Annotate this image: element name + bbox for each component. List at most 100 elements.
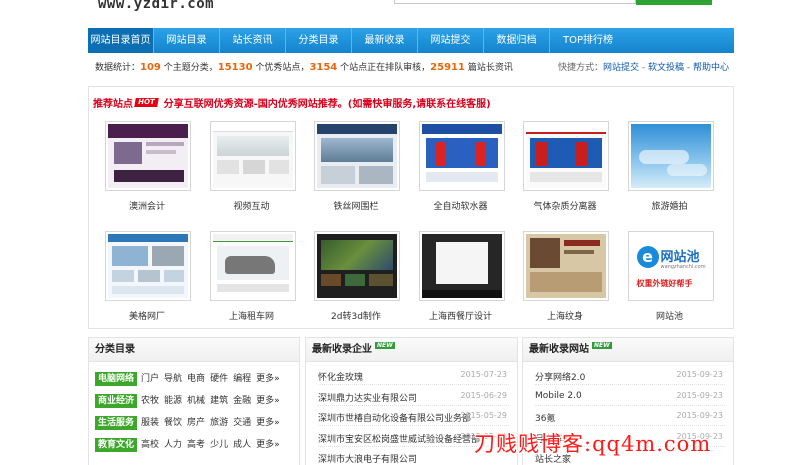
list-item[interactable]: 36氪 2015-09-23 — [535, 408, 725, 426]
logo-url-text: wangzhanchi.com — [660, 264, 706, 270]
item-name[interactable]: 怀化金玫瑰 — [318, 370, 363, 383]
site-thumbnail[interactable] — [105, 231, 191, 301]
list-item[interactable]: 深圳鼎力达实业有限公司 2015-06-29 — [318, 388, 509, 406]
nav-item[interactable]: 网站提交 — [418, 28, 484, 53]
site-label[interactable]: 全自动软水器 — [409, 199, 513, 212]
site-label[interactable]: 上海租车网 — [200, 309, 304, 322]
search-input[interactable] — [394, 0, 636, 4]
category-more-link[interactable]: 更多» — [256, 440, 280, 450]
list-item[interactable]: 怀化金玫瑰 2015-07-23 — [318, 367, 509, 385]
page: www.yzdir.com 网站目录首页 网站目录 站长资讯 分类目录 最新收录 网站提交… — [0, 0, 800, 465]
item-name[interactable]: 深圳市宝安区松岗盛世威试验设备经营部 — [318, 432, 480, 445]
category-row: 教育文化 高校 人力 高考 少儿 成人 更多» — [95, 437, 285, 453]
category-link[interactable]: 农牧 — [141, 396, 159, 406]
item-name[interactable]: Mobile 2.0 — [535, 391, 582, 401]
nav-item[interactable]: TOP排行榜 — [550, 28, 626, 53]
recommended-panel: 推荐站点 HOT 分享互联网优秀资源-国内优秀网站推荐。(如需快审服务,请联系在线客… — [88, 86, 734, 329]
site-label[interactable]: 旅游婚拍 — [618, 199, 722, 212]
category-tag[interactable]: 电脑网络 — [95, 372, 138, 386]
nav-item[interactable]: 最新收录 — [352, 28, 418, 53]
category-link[interactable]: 建筑 — [210, 396, 228, 406]
site-label[interactable]: 澳洲会计 — [95, 199, 199, 212]
hot-badge: HOT — [134, 98, 159, 107]
site-thumbnail[interactable] — [209, 121, 296, 191]
item-date: 2015-09-23 — [676, 370, 724, 379]
category-tag[interactable]: 生活服务 — [95, 416, 138, 430]
site-label[interactable]: 上海西餐厅设计 — [409, 309, 513, 322]
list-item[interactable]: 分享网络2.0 2015-09-23 — [535, 367, 725, 385]
category-link[interactable]: 餐饮 — [164, 418, 182, 428]
stat-articles: 25911 — [430, 62, 465, 73]
category-link[interactable]: 金融 — [233, 396, 251, 406]
item-date: 2015-06-29 — [460, 390, 508, 400]
site-thumbnail[interactable] — [627, 121, 714, 191]
site-thumbnail[interactable]: e 网站池 wangzhanchi.com 权重外链好帮手 — [627, 231, 714, 301]
category-link[interactable]: 人力 — [164, 440, 182, 450]
item-date: 2015-07-23 — [460, 370, 508, 379]
category-link[interactable]: 硬件 — [210, 374, 228, 384]
quick-link-help[interactable]: 帮助中心 — [693, 63, 729, 73]
site-label[interactable]: 2d转3d制作 — [304, 309, 408, 322]
site-thumbnail[interactable] — [105, 121, 191, 191]
category-link[interactable]: 高考 — [187, 440, 205, 450]
category-link[interactable]: 门户 — [141, 374, 159, 384]
category-link[interactable]: 电商 — [187, 374, 205, 384]
category-link[interactable]: 旅游 — [210, 418, 228, 428]
item-name[interactable]: 深圳市世椿自动化设备有限公司业务部 — [318, 411, 471, 424]
site-logo[interactable]: www.yzdir.com — [98, 0, 214, 12]
category-more-link[interactable]: 更多» — [256, 418, 280, 428]
list-item[interactable]: 深圳市世椿自动化设备有限公司业务部 2015-05-29 — [318, 408, 509, 426]
site-label[interactable]: 上海纹身 — [513, 309, 617, 322]
latest-companies-title: 最新收录企业 — [312, 344, 372, 355]
logo-main-text: 网站池 — [660, 250, 700, 265]
category-link[interactable]: 少儿 — [210, 440, 228, 450]
main-nav: 网站目录首页 网站目录 站长资讯 分类目录 最新收录 网站提交 数据归档 TOP排行榜 — [88, 28, 734, 53]
stat-categories: 109 — [140, 62, 161, 73]
watermark: 刀贱贱博客:qq4m.com — [474, 432, 712, 456]
nav-item[interactable]: 网站目录首页 — [88, 28, 154, 53]
site-thumbnail[interactable] — [418, 231, 505, 301]
site-thumbnail[interactable] — [209, 231, 296, 301]
nav-item[interactable]: 数据归档 — [484, 28, 550, 53]
category-link[interactable]: 导航 — [164, 374, 182, 384]
item-name[interactable]: 36氪 — [535, 411, 555, 424]
search-button[interactable] — [636, 0, 712, 5]
site-thumbnail[interactable] — [523, 121, 609, 191]
item-name[interactable]: 深圳鼎力达实业有限公司 — [318, 391, 417, 404]
category-tag[interactable]: 商业经济 — [95, 394, 138, 408]
category-more-link[interactable]: 更多» — [256, 396, 280, 406]
quick-link-article[interactable]: 软文投稿 — [648, 63, 684, 73]
site-thumbnail[interactable] — [314, 121, 400, 191]
nav-item[interactable]: 分类目录 — [286, 28, 352, 53]
item-name[interactable]: 深圳市大浪电子有限公司 — [318, 452, 417, 465]
category-more-link[interactable]: 更多» — [256, 374, 280, 384]
item-date: 2015-09-23 — [676, 390, 724, 400]
quick-link-submit[interactable]: 网站提交 — [603, 63, 639, 73]
site-label[interactable]: 视频互动 — [200, 199, 304, 212]
site-thumbnail[interactable] — [523, 231, 609, 301]
category-link[interactable]: 交通 — [233, 418, 251, 428]
site-label[interactable]: 铁丝网围栏 — [304, 199, 408, 212]
site-thumbnail[interactable] — [418, 121, 505, 191]
stat-pending-label: 个站点正在排队审核， — [337, 63, 431, 73]
site-label[interactable]: 网站池 — [618, 309, 722, 322]
category-link[interactable]: 成人 — [233, 440, 251, 450]
nav-item[interactable]: 网站目录 — [154, 28, 220, 53]
site-thumbnail[interactable] — [314, 231, 400, 301]
site-label[interactable]: 美格网厂 — [95, 309, 199, 322]
category-tag[interactable]: 教育文化 — [95, 438, 138, 452]
item-name[interactable]: 分享网络2.0 — [535, 370, 585, 383]
category-link[interactable]: 服装 — [141, 418, 159, 428]
site-statistics: 数据统计：109 个主题分类，15130 个优秀站点，3154 个站点正在排队审… — [95, 60, 729, 74]
site-label[interactable]: 气体杂质分离器 — [513, 199, 617, 212]
category-link[interactable]: 机械 — [187, 396, 205, 406]
stat-pending: 3154 — [309, 62, 338, 73]
category-link[interactable]: 房产 — [187, 418, 205, 428]
item-date: 2015-05-29 — [460, 411, 508, 420]
quick-label: 快捷方式： — [557, 63, 603, 73]
list-item[interactable]: Mobile 2.0 2015-09-23 — [535, 388, 725, 406]
nav-item[interactable]: 站长资讯 — [220, 28, 286, 53]
category-link[interactable]: 编程 — [233, 374, 251, 384]
category-link[interactable]: 能源 — [164, 396, 182, 406]
category-link[interactable]: 高校 — [141, 440, 159, 450]
